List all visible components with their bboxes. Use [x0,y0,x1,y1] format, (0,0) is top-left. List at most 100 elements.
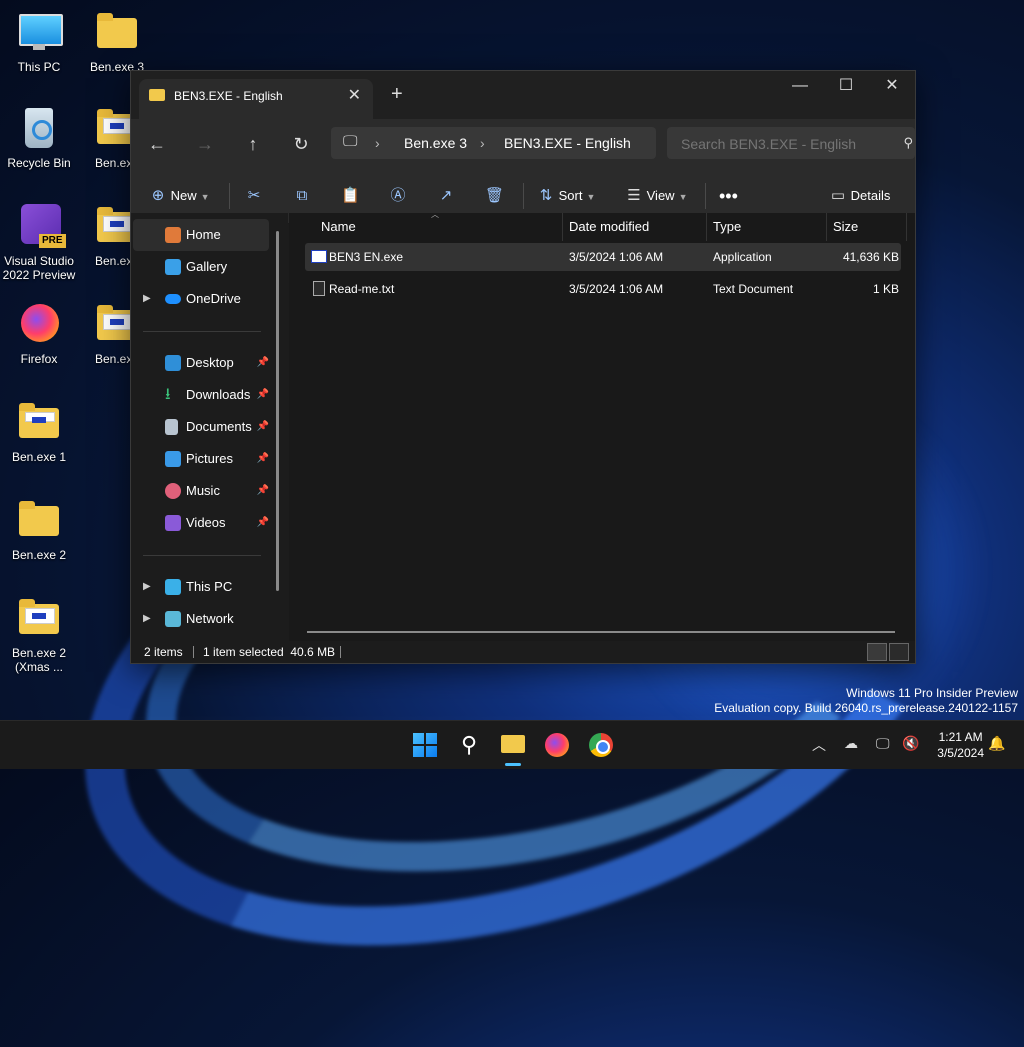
copy-button[interactable]: ⧉ [293,183,311,209]
onedrive-icon[interactable]: ☁ [844,735,858,752]
sidebar-item-label: This PC [186,579,233,594]
divider [229,183,230,209]
close-window-button[interactable]: ✕ [869,71,915,101]
chevron-right-icon[interactable]: ▶ [143,571,151,603]
chrome-taskbar-button[interactable] [587,731,615,759]
taskbar: ⚲ ︿ ☁ 🖵 🔇 1:21 AM 3/5/2024 🔔 [0,720,1024,769]
refresh-button[interactable]: ↻ [287,131,315,157]
column-divider[interactable] [706,213,707,241]
more-options-button[interactable]: ••• [719,183,738,209]
column-divider[interactable] [906,213,907,241]
sidebar-item-documents[interactable]: Documents 📌 [133,411,269,443]
selection-info: 1 item selected 40.6 MB [203,645,336,659]
rename-icon: Ⓐ [390,187,406,204]
paste-button[interactable]: 📋 [341,183,360,209]
new-button[interactable]: ⊕ New ▼ [149,183,210,209]
explorer-tab[interactable]: BEN3.EXE - English ✕ [139,79,373,119]
file-list: ︿ Name Date modified Type Size BEN3 EN.e… [289,210,915,641]
share-button[interactable]: ↗ [437,183,455,209]
desktop-icon-recycle-bin[interactable]: Recycle Bin [0,104,78,170]
horizontal-scrollbar[interactable] [307,631,895,633]
sidebar-item-downloads[interactable]: ⭳ Downloads 📌 [133,379,269,411]
start-button[interactable] [411,731,439,759]
show-hidden-icons-button[interactable]: ︿ [812,735,826,755]
sidebar-item-videos[interactable]: Videos 📌 [133,507,269,539]
file-date: 3/5/2024 1:06 AM [569,282,664,296]
breadcrumb-item[interactable]: Ben.exe 3 [404,135,467,151]
chevron-right-icon[interactable]: ▶ [143,283,151,315]
pin-icon[interactable]: 📌 [257,347,269,379]
close-tab-icon[interactable]: ✕ [348,85,361,105]
details-view-button[interactable] [867,643,887,661]
search-box[interactable]: ⚲ [667,127,915,159]
table-row[interactable]: BEN3 EN.exe 3/5/2024 1:06 AM Application… [305,243,901,271]
sort-button[interactable]: ⇅ Sort ▼ [537,183,596,209]
maximize-button[interactable]: ☐ [823,71,869,101]
large-icons-view-button[interactable] [889,643,909,661]
column-divider[interactable] [562,213,563,241]
table-row[interactable]: Read-me.txt 3/5/2024 1:06 AM Text Docume… [305,275,901,303]
search-button[interactable]: ⚲ [455,731,483,759]
desktop-icon-this-pc[interactable]: This PC [0,8,78,74]
sort-ascending-icon: ︿ [431,210,439,219]
title-bar: BEN3.EXE - English ✕ + — ☐ ✕ [131,71,915,119]
firefox-icon [15,300,63,348]
sidebar-scrollbar[interactable] [276,231,279,591]
column-type[interactable]: Type [713,219,741,234]
desktop-icon-label: This PC [17,60,61,74]
sidebar-item-label: Gallery [186,259,228,274]
volume-muted-icon[interactable]: 🔇 [902,735,919,752]
up-button[interactable]: ↑ [239,131,267,157]
chevron-right-icon[interactable]: ▶ [143,603,151,635]
monitor-icon [15,8,63,56]
view-button[interactable]: ☰ View ▼ [625,183,687,209]
plus-circle-icon: ⊕ [151,187,165,204]
column-divider[interactable] [826,213,827,241]
desktop-icon-ben-exe-3[interactable]: Ben.exe 3 [78,8,156,74]
new-tab-button[interactable]: + [391,83,403,106]
pin-icon[interactable]: 📌 [257,475,269,507]
search-icon: ⚲ [903,135,913,150]
column-size[interactable]: Size [833,219,858,234]
forward-button[interactable]: → [191,131,219,157]
desktop-icon-visual-studio[interactable]: PRE Visual Studio 2022 Preview [0,202,78,282]
sidebar-item-home[interactable]: Home [133,219,269,251]
delete-button[interactable]: 🗑 [485,183,504,209]
file-date: 3/5/2024 1:06 AM [569,250,664,264]
file-explorer-taskbar-button[interactable] [499,731,527,766]
pin-icon[interactable]: 📌 [257,379,269,411]
home-icon [165,227,181,243]
pin-icon[interactable]: 📌 [257,443,269,475]
firefox-taskbar-button[interactable] [543,731,571,759]
sidebar-item-music[interactable]: Music 📌 [133,475,269,507]
notification-bell-icon[interactable]: 🔔 [988,735,1005,752]
details-pane-button[interactable]: ▭ Details [829,183,890,209]
column-name[interactable]: Name [321,219,356,234]
minimize-button[interactable]: — [777,71,823,101]
sidebar-item-pictures[interactable]: Pictures 📌 [133,443,269,475]
desktop-icon-ben-exe-2-xmas[interactable]: Ben.exe 2 (Xmas ... [0,594,78,674]
desktop-icon-ben-exe-1[interactable]: Ben.exe 1 [0,398,78,464]
desktop-icon-ben-exe-2[interactable]: Ben.exe 2 [0,496,78,562]
pin-icon[interactable]: 📌 [257,411,269,443]
clock-date: 3/5/2024 [937,746,984,760]
desktop-icon-firefox[interactable]: Firefox [0,300,78,366]
sidebar-item-gallery[interactable]: Gallery [133,251,269,283]
clock[interactable]: 1:21 AM 3/5/2024 [937,729,984,761]
details-pane-icon: ▭ [830,187,846,204]
rename-button[interactable]: Ⓐ [389,183,407,209]
pin-icon[interactable]: 📌 [257,507,269,539]
sidebar-item-network[interactable]: ▶ Network [133,603,269,635]
application-icon [311,250,327,263]
sidebar-item-onedrive[interactable]: ▶ OneDrive [133,283,269,315]
cloud-icon [165,294,181,304]
back-button[interactable]: ← [143,131,171,157]
breadcrumb-item[interactable]: BEN3.EXE - English [504,135,631,151]
search-input[interactable] [679,133,893,155]
sidebar-item-desktop[interactable]: Desktop 📌 [133,347,269,379]
column-date-modified[interactable]: Date modified [569,219,649,234]
sidebar-item-this-pc[interactable]: ▶ This PC [133,571,269,603]
breadcrumb[interactable]: 🖵 › Ben.exe 3 › BEN3.EXE - English [331,127,656,159]
network-icon[interactable]: 🖵 [876,735,890,752]
cut-button[interactable]: ✂ [245,183,263,209]
